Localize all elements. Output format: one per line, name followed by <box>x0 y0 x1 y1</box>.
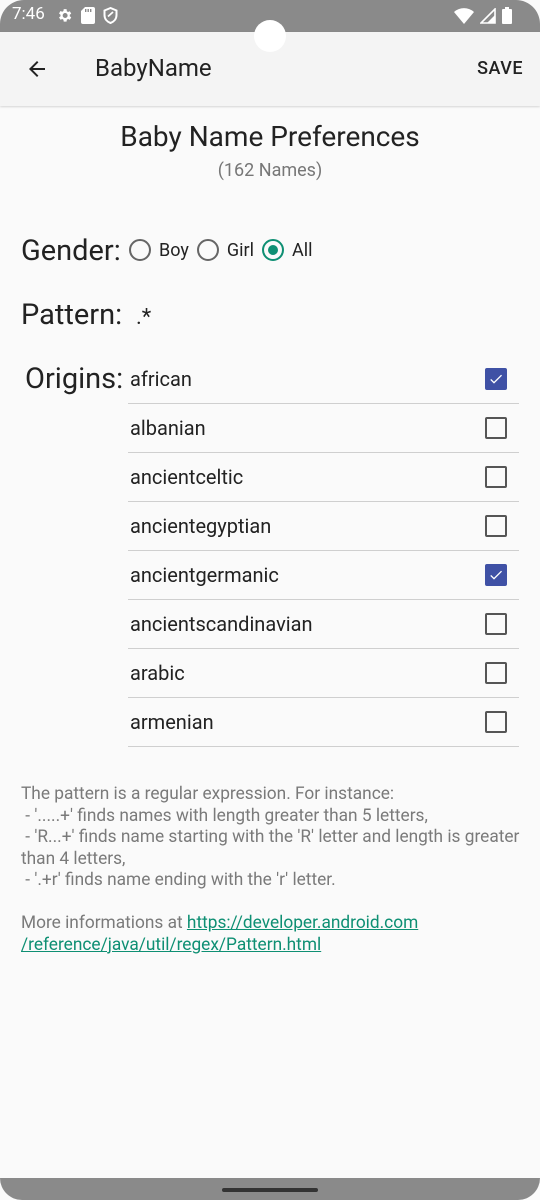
back-button[interactable] <box>18 52 56 86</box>
origin-checkbox[interactable] <box>485 515 507 537</box>
origins-list: african albanian ancientceltic ancienteg… <box>128 355 519 747</box>
radio-boy-circle[interactable] <box>129 239 151 261</box>
radio-boy-label: Boy <box>159 239 189 261</box>
origin-checkbox[interactable] <box>485 613 507 635</box>
origin-name: armenian <box>130 710 214 734</box>
origin-item-ancientgermanic[interactable]: ancientgermanic <box>128 551 519 600</box>
gender-radio-all[interactable]: All <box>262 239 313 261</box>
home-gesture-handle[interactable] <box>222 1188 318 1192</box>
origin-name: african <box>130 367 192 391</box>
help-line: - 'R...+' finds name starting with the '… <box>21 827 524 869</box>
signal-icon <box>479 6 496 28</box>
origin-name: albanian <box>130 416 206 440</box>
pattern-input[interactable]: .* <box>136 305 151 330</box>
origin-item-ancientegyptian[interactable]: ancientegyptian <box>128 502 519 551</box>
origin-item-ancientceltic[interactable]: ancientceltic <box>128 453 519 502</box>
more-info-prefix: More informations at <box>21 913 187 933</box>
page-title: Baby Name Preferences <box>120 120 420 153</box>
radio-girl-label: Girl <box>226 239 254 261</box>
pattern-help-text: The pattern is a regular expression. For… <box>21 784 521 892</box>
origin-item-ancientscandinavian[interactable]: ancientscandinavian <box>128 600 519 649</box>
origin-checkbox[interactable] <box>485 466 507 488</box>
gender-radio-girl[interactable]: Girl <box>196 239 254 261</box>
help-line: - '.....+' finds names with length great… <box>21 805 428 826</box>
more-info: More informations at https://developer.a… <box>21 913 521 956</box>
pattern-docs-link-line1: https://developer.android.com <box>186 913 419 933</box>
origin-item-albanian[interactable]: albanian <box>128 404 519 453</box>
app-title: BabyName <box>95 54 212 82</box>
sd-card-icon <box>81 7 95 28</box>
arrow-left-icon <box>29 61 45 77</box>
help-line: The pattern is a regular expression. For… <box>21 784 395 804</box>
gender-radio-boy[interactable]: Boy <box>129 239 189 261</box>
camera-cutout <box>254 20 286 52</box>
name-count: (162 Names) <box>217 160 323 181</box>
status-time: 7:46 <box>12 4 45 24</box>
origin-checkbox[interactable] <box>485 711 507 733</box>
origin-name: ancientegyptian <box>130 514 272 538</box>
wifi-icon <box>454 7 474 28</box>
origin-checkbox[interactable] <box>485 417 507 439</box>
shield-icon <box>103 6 118 28</box>
gender-label: Gender: <box>21 234 121 268</box>
gear-icon <box>56 7 73 28</box>
save-button[interactable]: SAVE <box>477 58 523 79</box>
origin-name: ancientscandinavian <box>130 612 313 636</box>
origin-name: ancientceltic <box>130 465 244 489</box>
pattern-label: Pattern: <box>21 298 123 332</box>
radio-all-circle[interactable] <box>262 239 284 261</box>
origin-checkbox[interactable] <box>485 662 507 684</box>
origin-name: ancientgermanic <box>130 563 279 587</box>
battery-icon <box>502 7 512 28</box>
pattern-docs-link-line2: /reference/java/util/regex/Pattern.html <box>21 934 322 955</box>
radio-girl-circle[interactable] <box>196 239 219 261</box>
origin-name: arabic <box>130 661 185 685</box>
help-line: - '.+r' finds name ending with the 'r' l… <box>21 870 336 890</box>
origin-item-african[interactable]: african <box>128 355 519 404</box>
navigation-bar <box>0 1178 540 1200</box>
origin-item-arabic[interactable]: arabic <box>128 649 519 698</box>
gender-radio-group: Boy Girl All <box>129 239 321 261</box>
origin-checkbox[interactable] <box>485 564 507 586</box>
origins-label: Origins: <box>25 362 124 396</box>
origin-checkbox[interactable] <box>485 368 507 390</box>
origin-item-armenian[interactable]: armenian <box>128 698 519 747</box>
radio-all-label: All <box>292 239 313 261</box>
